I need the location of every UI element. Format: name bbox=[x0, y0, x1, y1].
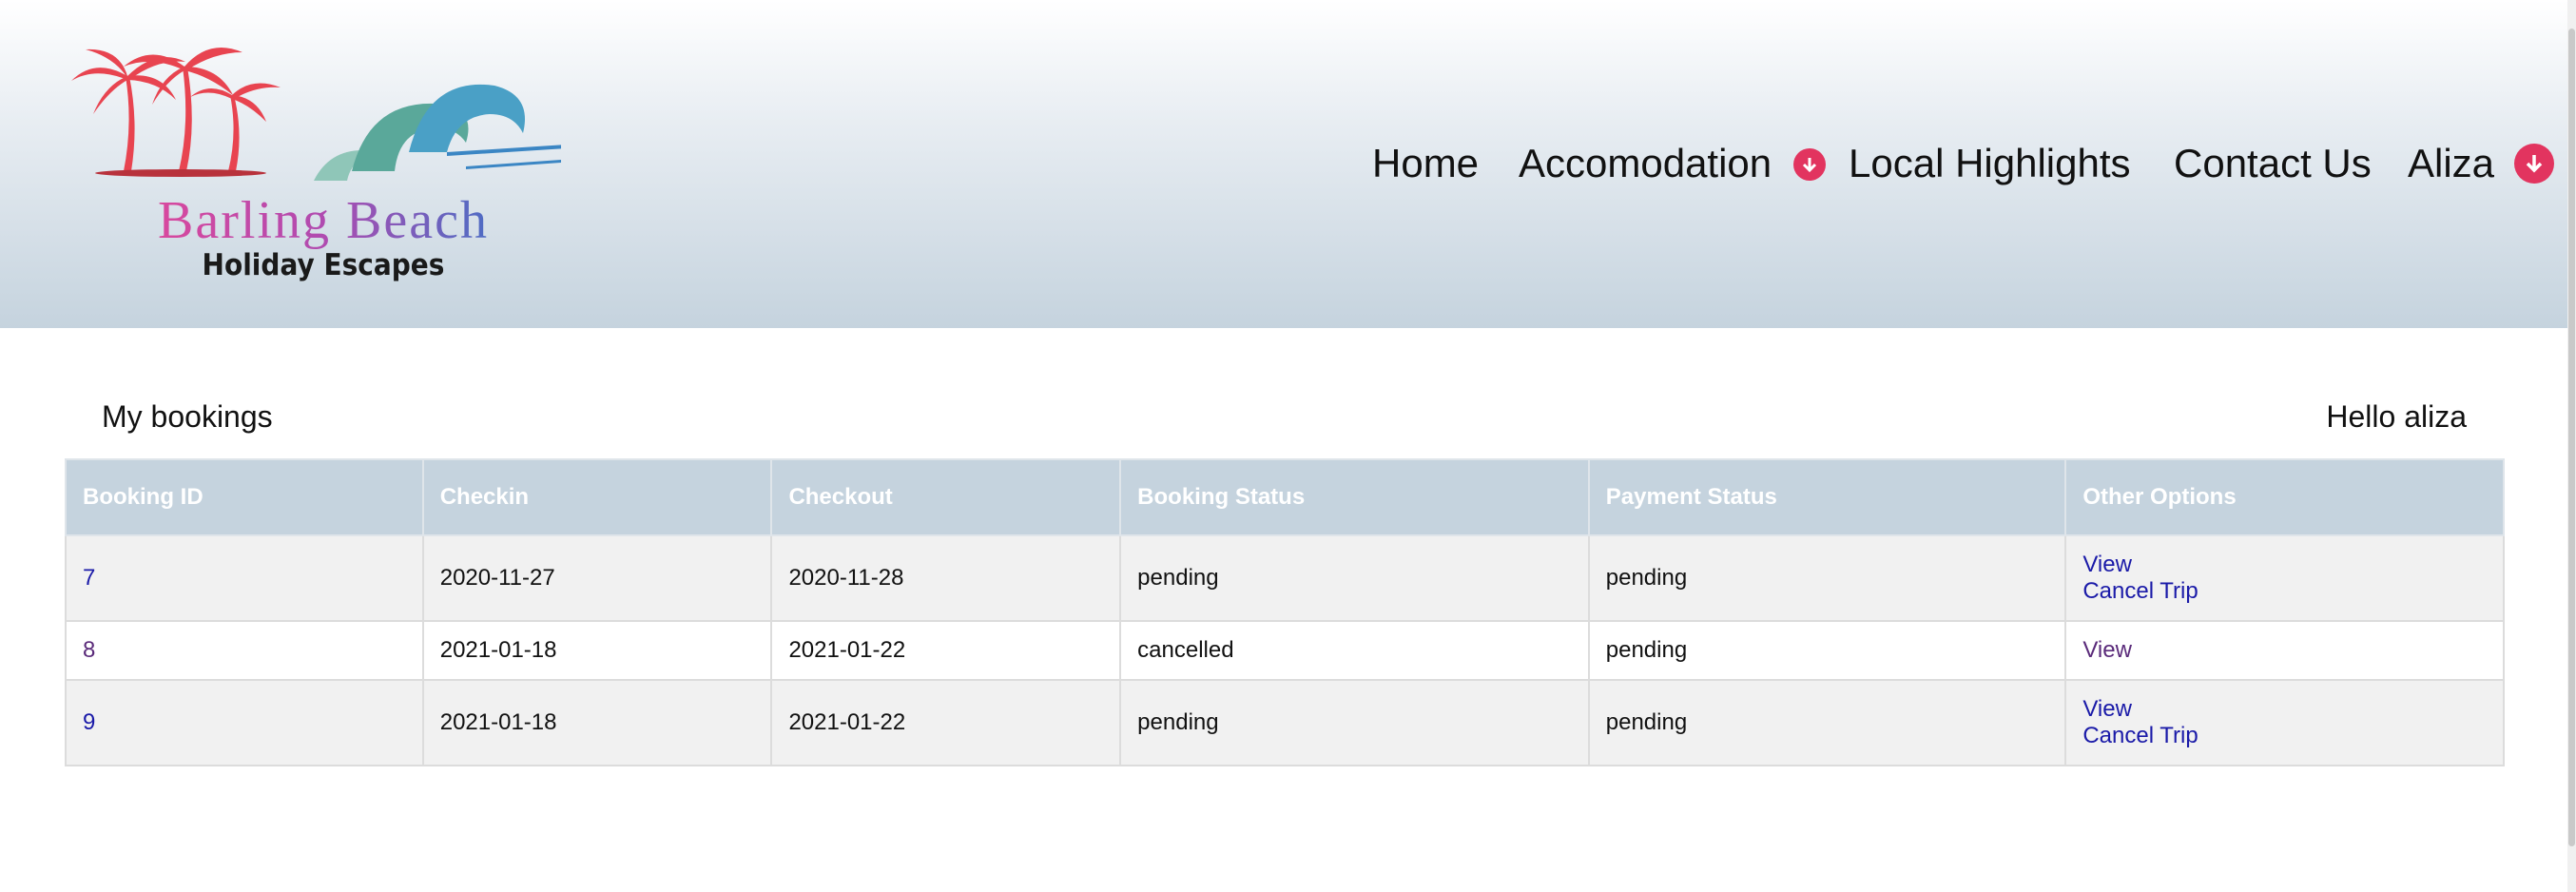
table-row: 9 2021-01-18 2021-01-22 pending pending … bbox=[65, 679, 2505, 766]
scrollbar-thumb[interactable] bbox=[2568, 29, 2575, 846]
user-greeting: Hello aliza bbox=[2326, 399, 2467, 434]
cell-other-options: View bbox=[2064, 620, 2505, 681]
cell-booking-status: pending bbox=[1119, 534, 1590, 622]
cell-booking-id: 8 bbox=[65, 620, 424, 681]
cancel-trip-link[interactable]: Cancel Trip bbox=[2082, 578, 2487, 605]
cancel-trip-link[interactable]: Cancel Trip bbox=[2082, 723, 2487, 749]
view-link[interactable]: View bbox=[2082, 637, 2487, 664]
cell-other-options: View Cancel Trip bbox=[2064, 534, 2505, 622]
cell-other-options: View Cancel Trip bbox=[2064, 679, 2505, 766]
bookings-table: Booking ID Checkin Checkout Booking Stat… bbox=[65, 458, 2505, 766]
site-header: Barling Beach Holiday Escapes Home Accom… bbox=[0, 0, 2567, 328]
palm-waves-logo-icon bbox=[71, 48, 566, 181]
cell-checkin: 2021-01-18 bbox=[421, 679, 773, 766]
nav-local-highlights[interactable]: Local Highlights bbox=[1849, 133, 2131, 194]
booking-id-link[interactable]: 8 bbox=[83, 637, 406, 664]
header-booking-status: Booking Status bbox=[1119, 458, 1590, 536]
cell-checkin: 2021-01-18 bbox=[421, 620, 773, 681]
nav-home[interactable]: Home bbox=[1372, 133, 1479, 194]
header-payment-status: Payment Status bbox=[1587, 458, 2067, 536]
cell-payment-status: pending bbox=[1587, 679, 2067, 766]
cell-checkout: 2021-01-22 bbox=[770, 679, 1122, 766]
booking-id-link[interactable]: 7 bbox=[83, 565, 406, 591]
cell-booking-id: 9 bbox=[65, 679, 424, 766]
site-logo[interactable]: Barling Beach Holiday Escapes bbox=[67, 38, 566, 295]
cell-payment-status: pending bbox=[1587, 534, 2067, 622]
page-title: My bookings bbox=[102, 399, 273, 434]
scrollbar[interactable] bbox=[2567, 0, 2576, 892]
view-link[interactable]: View bbox=[2082, 696, 2487, 723]
nav-user-menu[interactable]: Aliza bbox=[2408, 133, 2494, 194]
cell-checkin: 2020-11-27 bbox=[421, 534, 773, 622]
accommodation-dropdown-icon[interactable] bbox=[1793, 148, 1826, 181]
cell-checkout: 2020-11-28 bbox=[770, 534, 1122, 622]
cell-booking-status: cancelled bbox=[1119, 620, 1590, 681]
booking-id-link[interactable]: 9 bbox=[83, 709, 406, 736]
header-checkout: Checkout bbox=[770, 458, 1122, 536]
nav-accommodation[interactable]: Accomodation bbox=[1519, 133, 1772, 194]
header-other-options: Other Options bbox=[2064, 458, 2505, 536]
header-checkin: Checkin bbox=[421, 458, 773, 536]
table-row: 8 2021-01-18 2021-01-22 cancelled pendin… bbox=[65, 620, 2505, 681]
cell-payment-status: pending bbox=[1587, 620, 2067, 681]
nav-contact-us[interactable]: Contact Us bbox=[2174, 133, 2372, 194]
table-row: 7 2020-11-27 2020-11-28 pending pending … bbox=[65, 534, 2505, 622]
cell-booking-id: 7 bbox=[65, 534, 424, 622]
header-booking-id: Booking ID bbox=[65, 458, 424, 536]
table-header-row: Booking ID Checkin Checkout Booking Stat… bbox=[65, 458, 2505, 536]
cell-booking-status: pending bbox=[1119, 679, 1590, 766]
user-dropdown-icon[interactable] bbox=[2514, 144, 2554, 184]
view-link[interactable]: View bbox=[2082, 552, 2487, 578]
logo-subtitle: Holiday Escapes bbox=[202, 247, 445, 282]
logo-title: Barling Beach bbox=[124, 190, 523, 251]
cell-checkout: 2021-01-22 bbox=[770, 620, 1122, 681]
